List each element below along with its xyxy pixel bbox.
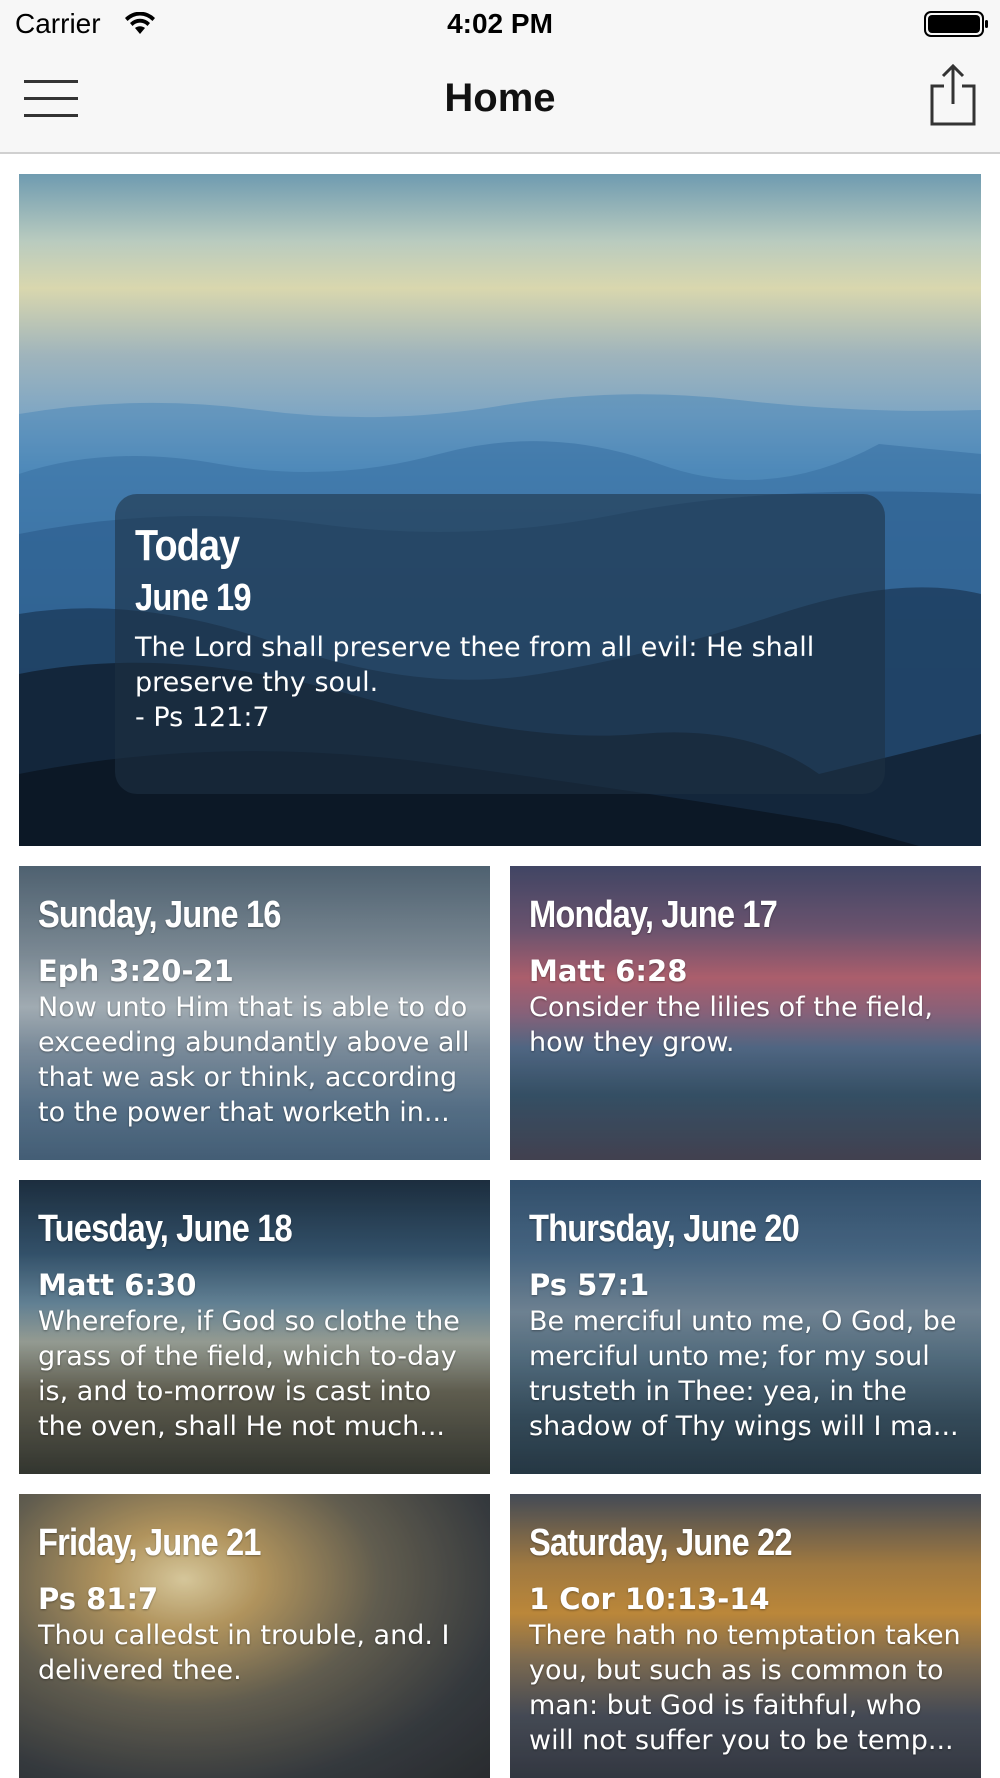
today-heading: Today [135, 521, 240, 570]
day-card-monday[interactable]: Monday, June 17 Matt 6:28 Consider the l… [510, 866, 981, 1160]
card-verse-text: Consider the lilies of the field, how th… [529, 992, 933, 1058]
card-verse-reference: Matt 6:30 [38, 1268, 197, 1302]
share-icon[interactable] [926, 62, 980, 128]
card-day-title: Monday, June 17 [529, 894, 778, 936]
today-date: June 19 [135, 577, 252, 619]
card-day-title: Friday, June 21 [38, 1522, 261, 1564]
navigation-bar: Home [0, 50, 1000, 154]
card-day-title: Saturday, June 22 [529, 1522, 793, 1564]
card-verse-text: Wherefore, if God so clothe the grass of… [38, 1306, 460, 1442]
card-verse-reference: Ps 81:7 [38, 1582, 159, 1616]
today-verse-card[interactable]: Today June 19 The Lord shall preserve th… [19, 174, 981, 846]
status-time: 4:02 PM [447, 8, 553, 39]
card-verse-reference: 1 Cor 10:13-14 [529, 1582, 770, 1616]
card-verse-text: Be merciful unto me, O God, be merciful … [529, 1306, 959, 1442]
card-verse-text: There hath no temptation taken you, but … [529, 1620, 961, 1756]
card-verse-reference: Ps 57:1 [529, 1268, 650, 1302]
day-card-friday[interactable]: Friday, June 21 Ps 81:7 Thou calledst in… [19, 1494, 490, 1778]
card-day-title: Sunday, June 16 [38, 894, 281, 936]
page-title: Home [444, 76, 556, 120]
card-verse-text: Now unto Him that is able to do exceedin… [38, 992, 470, 1128]
card-verse-reference: Eph 3:20-21 [38, 954, 234, 988]
day-card-tuesday[interactable]: Tuesday, June 18 Matt 6:30 Wherefore, if… [19, 1180, 490, 1474]
card-day-title: Thursday, June 20 [529, 1208, 800, 1250]
battery-icon [924, 11, 988, 37]
today-verse-text: The Lord shall preserve thee from all ev… [135, 632, 815, 733]
day-card-sunday[interactable]: Sunday, June 16 Eph 3:20-21 Now unto Him… [19, 866, 490, 1160]
card-verse-text: Thou calledst in trouble, and. I deliver… [38, 1620, 450, 1686]
today-verse-panel: Today June 19 The Lord shall preserve th… [115, 494, 885, 794]
card-day-title: Tuesday, June 18 [38, 1208, 293, 1250]
day-card-saturday[interactable]: Saturday, June 22 1 Cor 10:13-14 There h… [510, 1494, 981, 1778]
card-verse-reference: Matt 6:28 [529, 954, 688, 988]
day-card-thursday[interactable]: Thursday, June 20 Ps 57:1 Be merciful un… [510, 1180, 981, 1474]
status-bar: Carrier 4:02 PM [0, 0, 1000, 50]
